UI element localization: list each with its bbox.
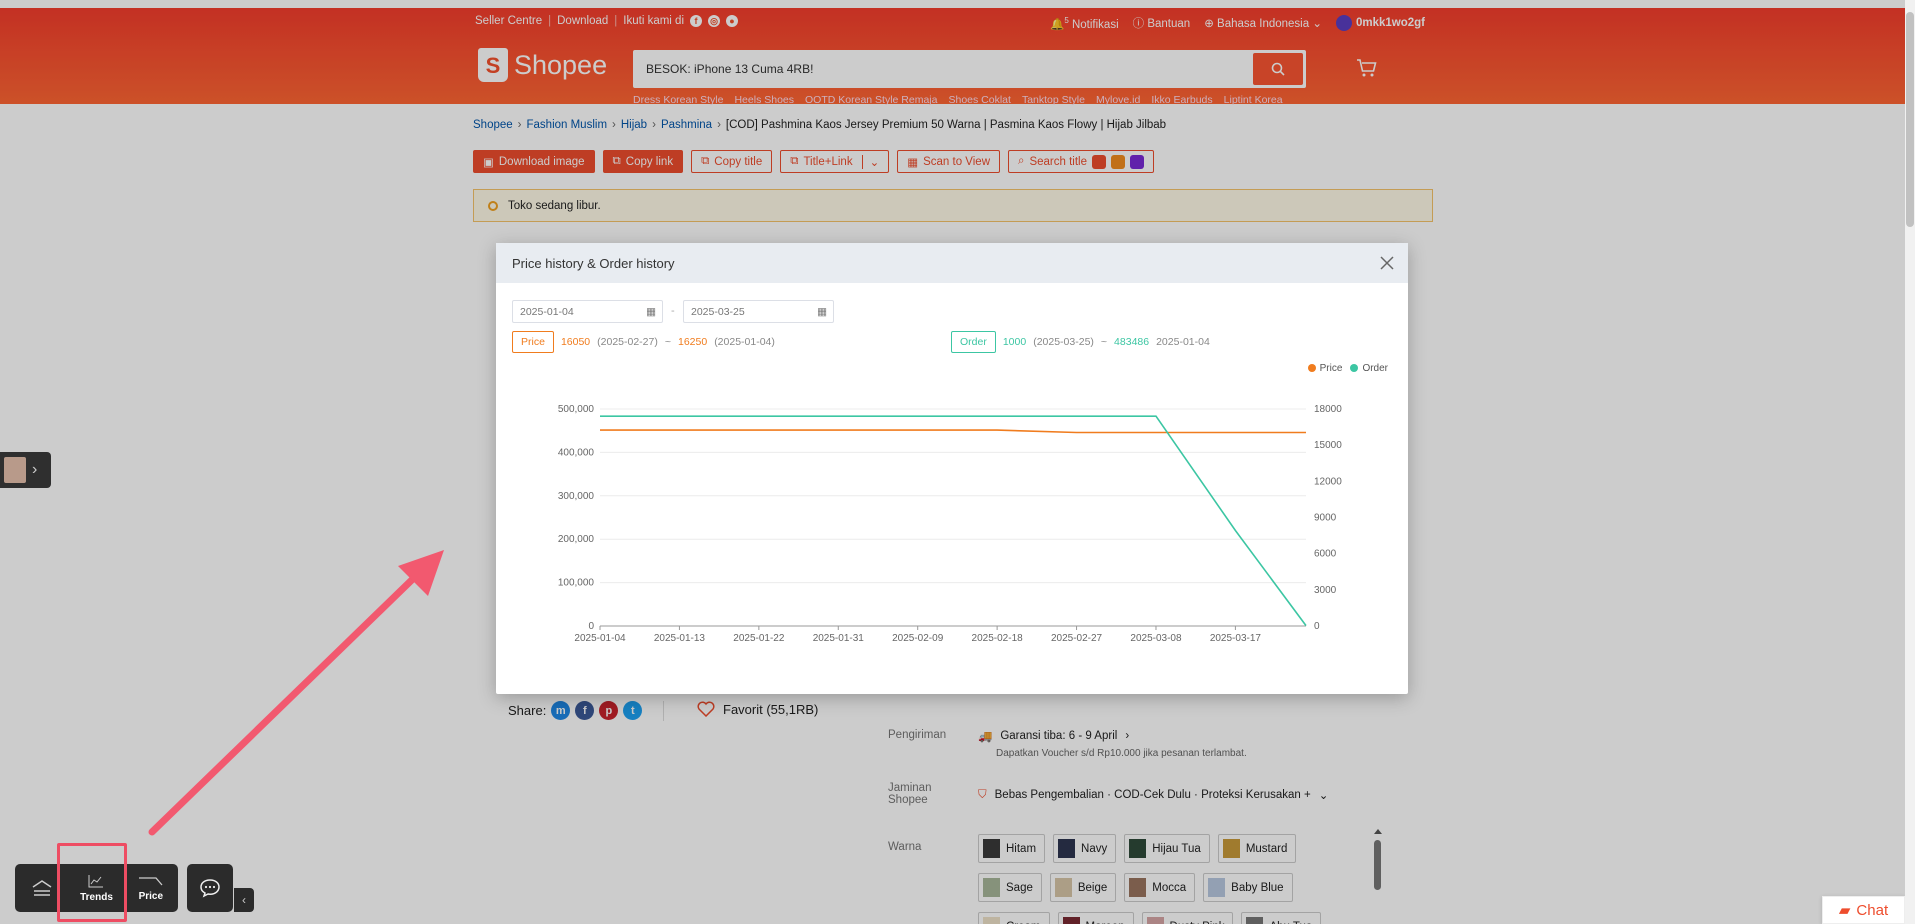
price-history-modal: Price history & Order history 2025-01-04… [496, 243, 1408, 694]
collapse-bar-button[interactable]: ‹ [234, 888, 254, 912]
home-icon [32, 880, 52, 896]
left-axis-tick-label: 100,000 [558, 578, 595, 589]
left-axis-tick-label: 400,000 [558, 447, 595, 458]
right-axis-tick-label: 0 [1314, 621, 1320, 632]
left-axis-tick-label: 300,000 [558, 491, 595, 502]
right-axis-tick-label: 18000 [1314, 404, 1342, 415]
chat-icon: ▰ [1838, 902, 1851, 919]
x-axis-tick-label: 2025-02-18 [972, 633, 1024, 644]
x-axis-tick-label: 2025-03-08 [1130, 633, 1182, 644]
x-axis-tick-label: 2025-01-13 [654, 633, 706, 644]
x-axis-tick-label: 2025-03-17 [1210, 633, 1262, 644]
right-axis-tick-label: 9000 [1314, 513, 1337, 524]
chat-widget-button[interactable] [187, 864, 233, 912]
series-line-price [600, 429, 1306, 434]
right-axis-tick-label: 12000 [1314, 476, 1342, 487]
x-axis-tick-label: 2025-01-04 [574, 633, 626, 644]
page-scrollbar[interactable] [1905, 0, 1915, 924]
x-axis-tick-label: 2025-01-31 [813, 633, 865, 644]
x-axis-tick-label: 2025-02-27 [1051, 633, 1103, 644]
price-chart-icon [138, 876, 163, 885]
right-axis-tick-label: 6000 [1314, 549, 1337, 560]
chat-bubble-icon [200, 879, 220, 898]
left-axis-tick-label: 200,000 [558, 534, 595, 545]
chat-label: Chat [1856, 901, 1889, 919]
history-chart: 0 100,000 200,000 300,000 400,000 500,000 0 300… [558, 404, 1342, 644]
series-line-order [600, 415, 1307, 627]
x-axis-tick-label: 2025-01-22 [733, 633, 785, 644]
highlight-box [57, 843, 127, 922]
left-axis-tick-label: 0 [588, 621, 594, 632]
right-axis-tick-label: 15000 [1314, 440, 1342, 451]
left-axis-tick-label: 500,000 [558, 404, 595, 415]
price-label: Price [138, 890, 164, 902]
x-axis-tick-label: 2025-02-09 [892, 633, 944, 644]
chevron-left-icon: ‹ [242, 893, 246, 907]
shopee-chat-button[interactable]: ▰ Chat [1822, 896, 1905, 924]
price-button[interactable]: Price [124, 864, 178, 912]
page-scrollbar-thumb[interactable] [1906, 12, 1914, 227]
right-axis-tick-label: 3000 [1314, 585, 1337, 596]
